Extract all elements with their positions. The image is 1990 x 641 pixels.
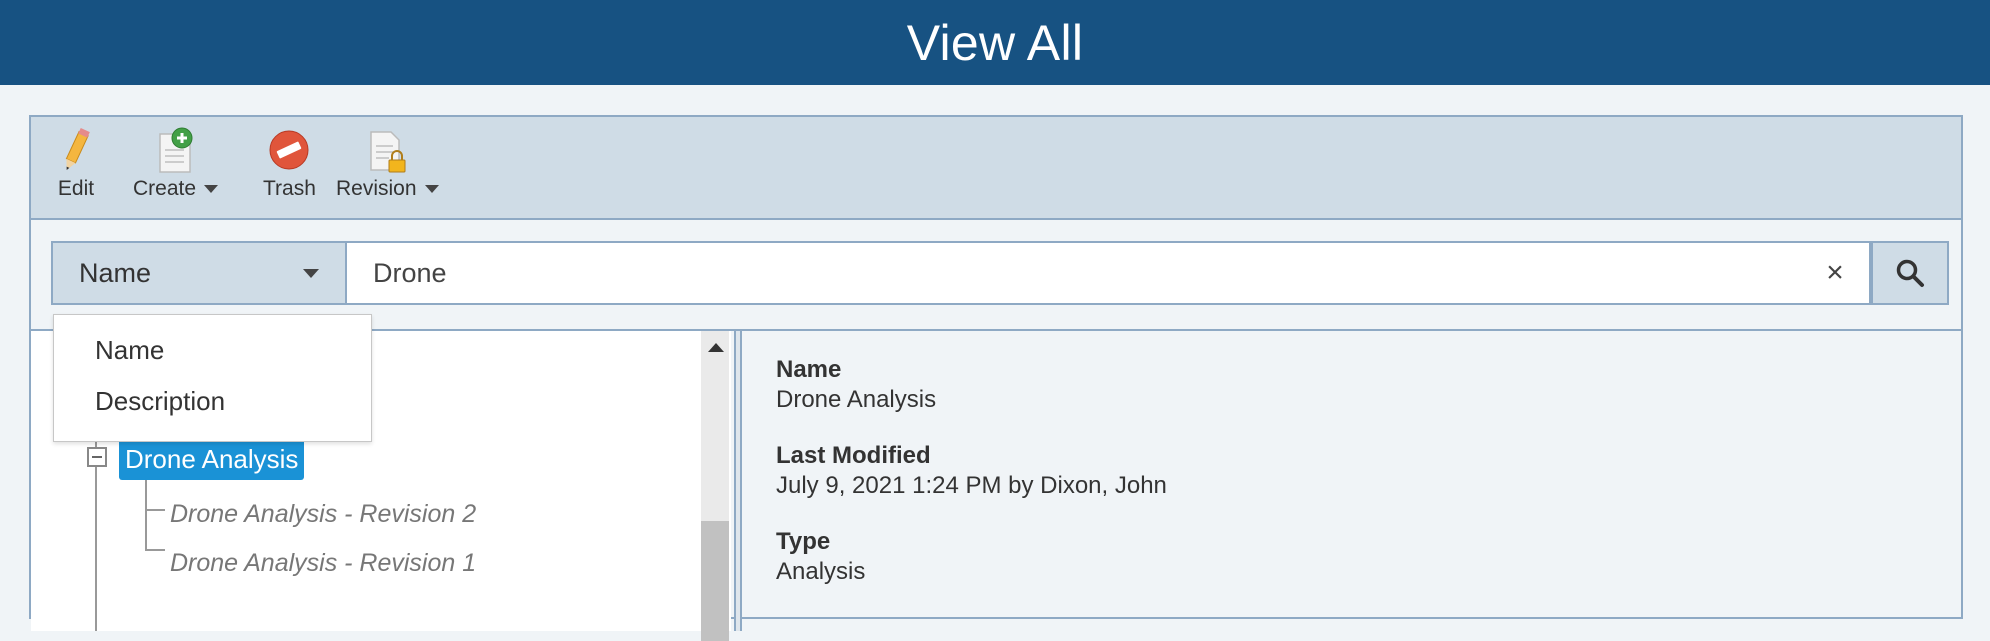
detail-type-value: Analysis (776, 558, 866, 585)
edit-button[interactable]: Edit (53, 125, 99, 201)
tree-scrollbar[interactable] (701, 331, 729, 641)
chevron-down-icon (303, 268, 319, 278)
tree-connector (145, 509, 165, 511)
search-field-value: Name (79, 257, 152, 288)
field-dropdown-menu: Name Description (53, 314, 372, 442)
trash-icon (266, 125, 312, 175)
revision-label: Revision (336, 177, 417, 200)
pane-splitter[interactable] (734, 331, 742, 631)
app-header: View All (0, 0, 1990, 85)
trash-button[interactable]: Trash (263, 125, 316, 201)
dropdown-option-name[interactable]: Name (95, 335, 164, 366)
tree-node-selected[interactable]: Drone Analysis (119, 438, 305, 480)
page-title: View All (906, 14, 1084, 71)
detail-modified-label: Last Modified (776, 442, 931, 469)
create-document-icon (153, 125, 199, 175)
tree-node-child[interactable]: Drone Analysis - Revision 1 (170, 549, 476, 578)
detail-name-value: Drone Analysis (776, 386, 937, 413)
chevron-down-icon (424, 185, 439, 193)
main-panel: Edit Create Trash Revision Name Drone × … (29, 115, 1963, 641)
clear-icon[interactable]: × (1819, 257, 1851, 289)
pencil-icon (53, 125, 99, 175)
search-input[interactable] (347, 241, 1871, 305)
toolbar: Edit Create Trash Revision (31, 117, 1961, 220)
search-button[interactable] (1871, 241, 1949, 305)
tree-connector (95, 471, 97, 631)
detail-type-label: Type (776, 528, 831, 555)
revision-lock-icon (364, 125, 410, 175)
trash-label: Trash (263, 177, 316, 200)
scroll-up-icon[interactable] (708, 343, 724, 352)
tree-node-child[interactable]: Drone Analysis - Revision 2 (170, 500, 476, 529)
search-bar: Name × (51, 241, 1949, 307)
dropdown-option-description[interactable]: Description (95, 386, 225, 417)
chevron-down-icon (204, 185, 219, 193)
collapse-icon[interactable] (87, 447, 107, 467)
detail-name-label: Name (776, 356, 842, 383)
search-field-select[interactable]: Name (51, 241, 347, 305)
detail-modified-value: July 9, 2021 1:24 PM by Dixon, John (776, 472, 1167, 499)
tree-connector (145, 549, 165, 551)
edit-label: Edit (57, 177, 95, 200)
create-label: Create (133, 177, 197, 200)
revision-button[interactable]: Revision (336, 125, 439, 201)
tree-connector (145, 471, 147, 551)
scroll-thumb[interactable] (701, 521, 729, 641)
search-icon (1896, 259, 1924, 287)
create-button[interactable]: Create (133, 125, 219, 201)
